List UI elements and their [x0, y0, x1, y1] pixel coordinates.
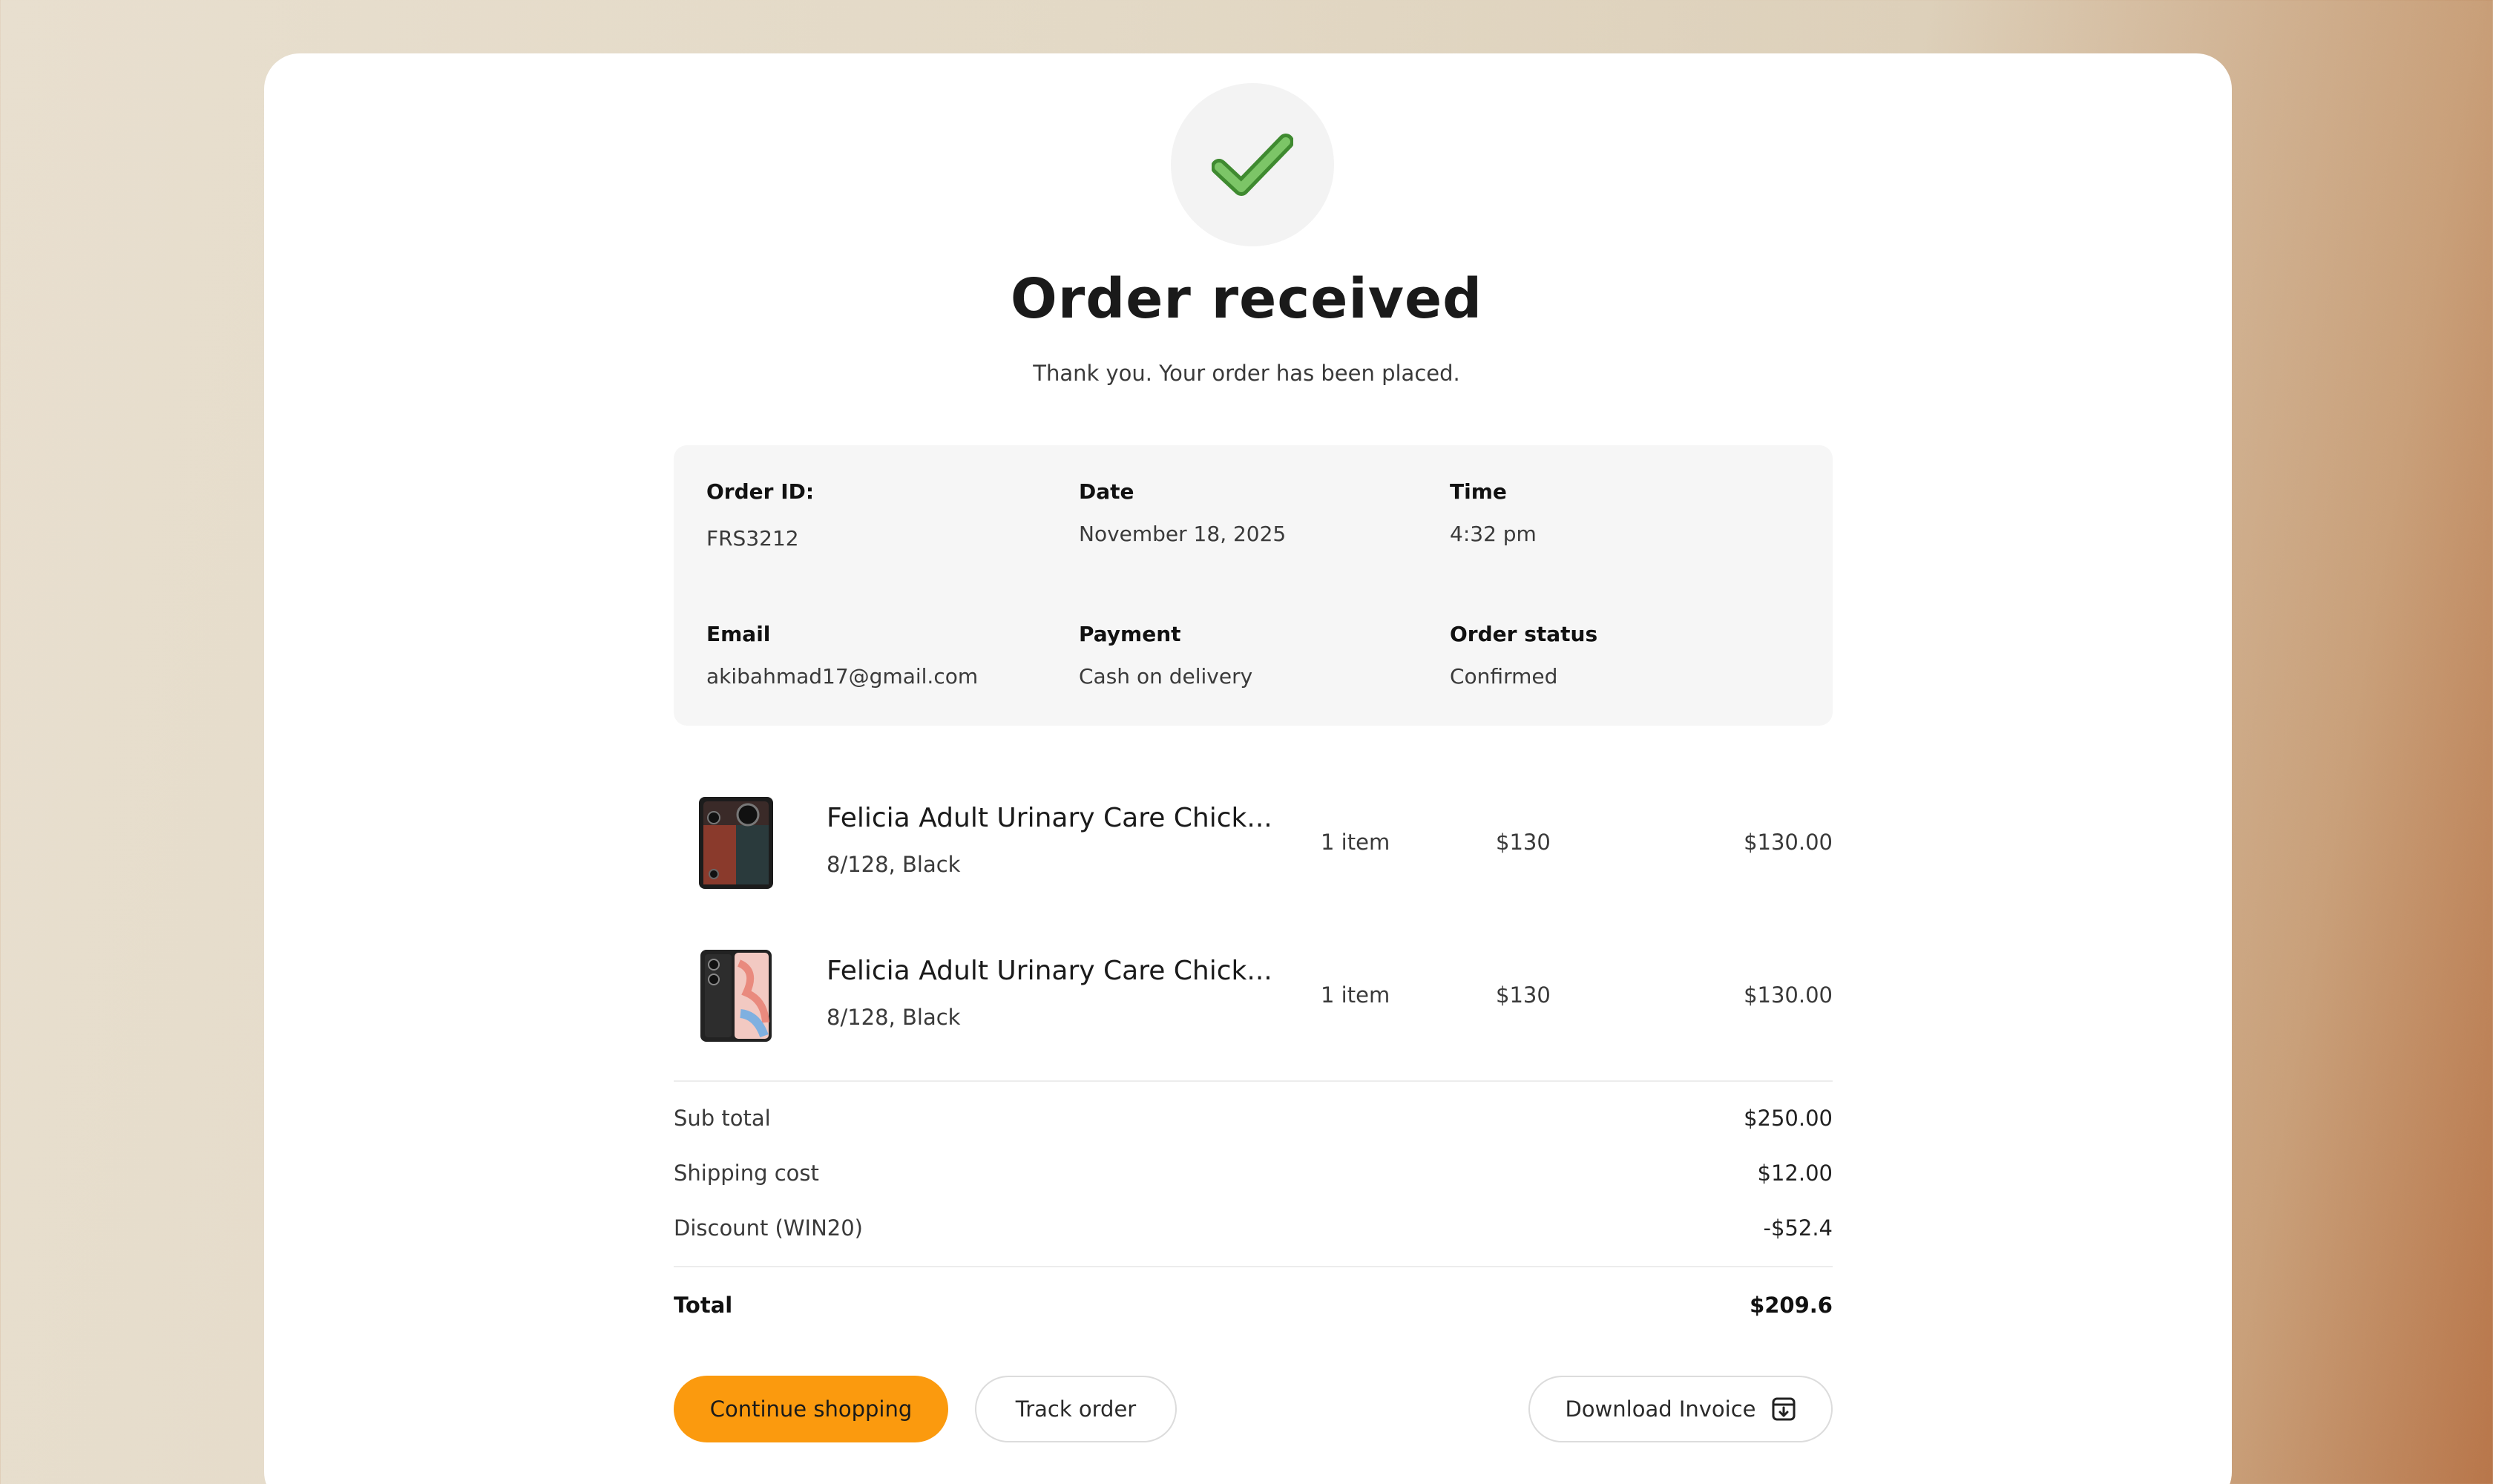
item-total: $130.00	[1744, 830, 1833, 855]
shipping-row: Shipping cost $12.00	[674, 1160, 1833, 1190]
discount-row: Discount (WIN20) -$52.4	[674, 1215, 1833, 1245]
date-value: November 18, 2025	[1079, 522, 1287, 546]
track-order-label: Track order	[1015, 1396, 1137, 1422]
item-variant: 8/128, Black	[827, 852, 961, 877]
date-label: Date	[1079, 479, 1134, 504]
email-field: Email akibahmad17@gmail.com	[706, 622, 978, 689]
track-order-button[interactable]: Track order	[975, 1376, 1177, 1442]
shipping-label: Shipping cost	[674, 1160, 819, 1186]
order-item: Felicia Adult Urinary Care Chick... 8/12…	[674, 788, 1833, 899]
order-status-label: Order status	[1450, 622, 1598, 646]
order-info-panel: Order ID: FRS3212 Date November 18, 2025…	[674, 445, 1833, 726]
download-invoice-label: Download Invoice	[1565, 1396, 1756, 1422]
item-variant: 8/128, Black	[827, 1005, 961, 1030]
item-price: $130	[1496, 830, 1551, 855]
item-name[interactable]: Felicia Adult Urinary Care Chick...	[827, 956, 1272, 986]
subtotal-value: $250.00	[1744, 1106, 1833, 1131]
shipping-value: $12.00	[1757, 1160, 1833, 1186]
item-name[interactable]: Felicia Adult Urinary Care Chick...	[827, 803, 1272, 833]
success-badge	[1171, 83, 1334, 246]
time-label: Time	[1450, 479, 1507, 504]
total-value: $209.6	[1750, 1293, 1833, 1318]
email-label: Email	[706, 622, 771, 646]
payment-value: Cash on delivery	[1079, 664, 1253, 689]
order-id-field: Order ID: FRS3212	[706, 479, 814, 551]
divider	[674, 1080, 1833, 1082]
item-price: $130	[1496, 982, 1551, 1008]
order-item: Felicia Adult Urinary Care Chick... 8/12…	[674, 941, 1833, 1052]
item-quantity: 1 item	[1321, 982, 1390, 1008]
subtotal-row: Sub total $250.00	[674, 1106, 1833, 1135]
divider	[674, 1266, 1833, 1267]
order-id-label: Order ID:	[706, 479, 815, 504]
payment-label: Payment	[1079, 622, 1181, 646]
order-status-value: Confirmed	[1450, 664, 1558, 689]
page-title: Order received	[1010, 267, 1483, 331]
order-status-field: Order status Confirmed	[1450, 622, 1597, 689]
download-icon	[1772, 1397, 1796, 1421]
page-subtitle: Thank you. Your order has been placed.	[1033, 361, 1460, 386]
product-thumbnail	[697, 948, 775, 1043]
time-field: Time 4:32 pm	[1450, 479, 1537, 546]
discount-label: Discount (WIN20)	[674, 1215, 863, 1241]
discount-value: -$52.4	[1763, 1215, 1833, 1241]
item-quantity: 1 item	[1321, 830, 1390, 855]
payment-field: Payment Cash on delivery	[1079, 622, 1252, 689]
product-thumbnail	[697, 795, 775, 890]
download-invoice-button[interactable]: Download Invoice	[1528, 1376, 1833, 1442]
item-total: $130.00	[1744, 982, 1833, 1008]
total-row: Total $209.6	[674, 1293, 1833, 1322]
date-field: Date November 18, 2025	[1079, 479, 1286, 546]
continue-shopping-label: Continue shopping	[709, 1396, 913, 1422]
order-id-value: FRS3212	[706, 526, 799, 551]
continue-shopping-button[interactable]: Continue shopping	[674, 1376, 948, 1442]
subtotal-label: Sub total	[674, 1106, 771, 1131]
time-value: 4:32 pm	[1450, 522, 1537, 546]
check-icon	[1212, 134, 1293, 196]
total-label: Total	[674, 1293, 733, 1318]
email-value: akibahmad17@gmail.com	[706, 664, 979, 689]
